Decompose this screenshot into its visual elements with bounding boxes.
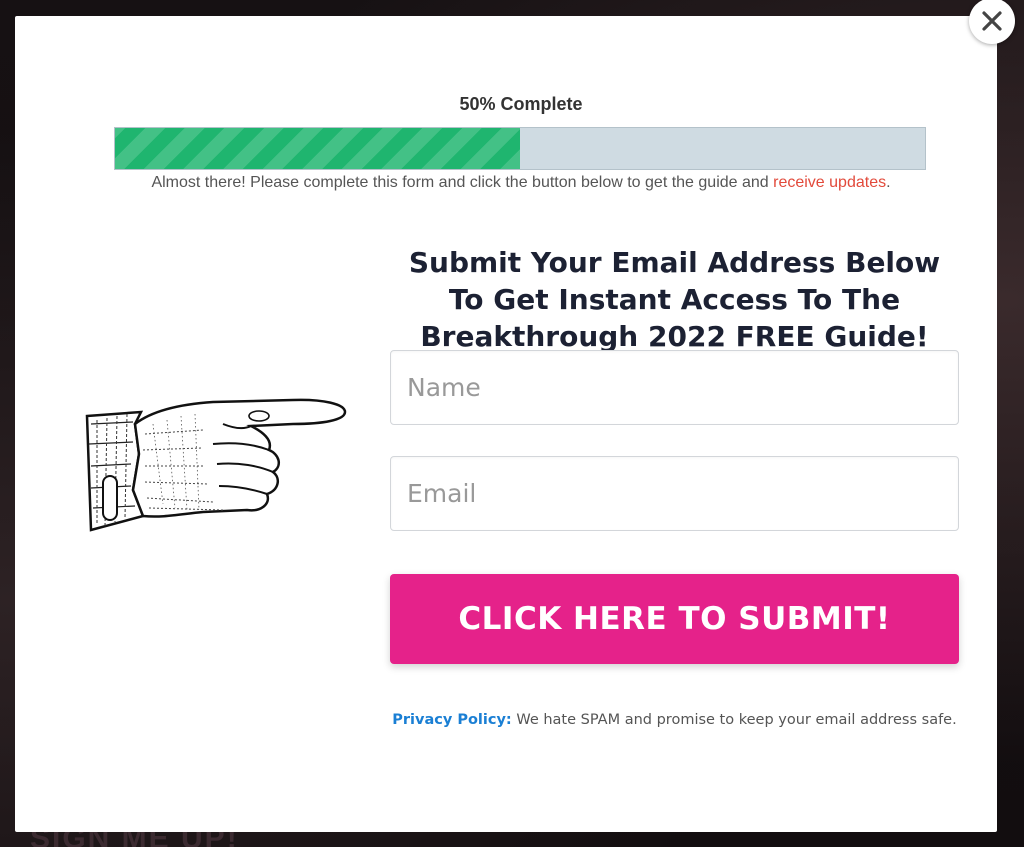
progress-note: Almost there! Please complete this form … bbox=[15, 174, 1024, 192]
submit-button[interactable]: CLICK HERE TO SUBMIT! bbox=[390, 574, 959, 664]
receive-updates-link[interactable]: receive updates bbox=[773, 174, 886, 191]
name-field[interactable] bbox=[390, 350, 959, 425]
close-icon bbox=[982, 11, 1002, 31]
progress-bar bbox=[114, 127, 926, 170]
pointing-hand-illustration bbox=[85, 398, 347, 532]
privacy-policy-link[interactable]: Privacy Policy: bbox=[392, 712, 511, 728]
privacy-text: We hate SPAM and promise to keep your em… bbox=[511, 712, 957, 728]
progress-note-end: . bbox=[886, 174, 891, 191]
email-field[interactable] bbox=[390, 456, 959, 531]
progress-note-text: Almost there! Please complete this form … bbox=[151, 174, 774, 191]
privacy-note: Privacy Policy: We hate SPAM and promise… bbox=[391, 712, 958, 728]
form-headline: Submit Your Email Address Below To Get I… bbox=[408, 246, 941, 353]
progress-bar-fill bbox=[115, 128, 520, 169]
progress-label: 50% Complete bbox=[459, 94, 583, 114]
close-button[interactable] bbox=[969, 0, 1015, 44]
optin-modal: 50% Complete Almost there! Please comple… bbox=[15, 16, 997, 832]
